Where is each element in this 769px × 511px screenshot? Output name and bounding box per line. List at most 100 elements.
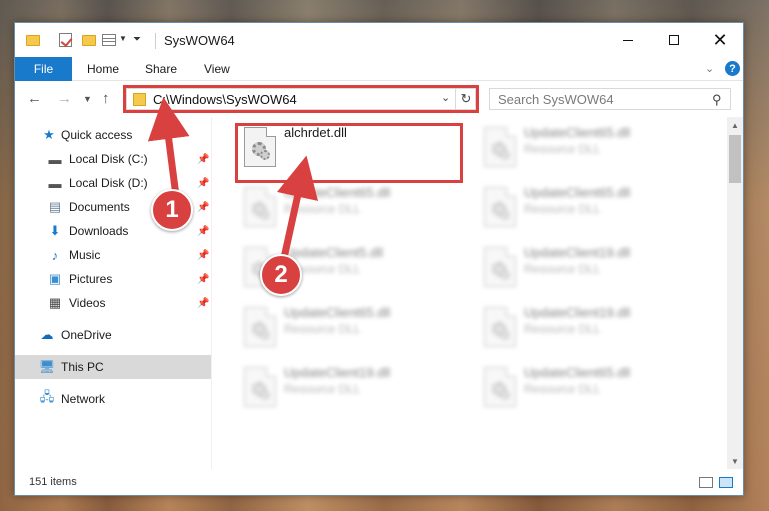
pin-icon[interactable]: 📌 (197, 250, 209, 261)
title-divider (155, 33, 156, 49)
file-type: Resource DLL (524, 382, 601, 396)
dll-file-icon (484, 367, 516, 407)
dll-file-icon (484, 187, 516, 227)
file-item[interactable]: UpdateClient65.dll Resource DLL (234, 301, 464, 353)
file-item[interactable]: UpdateClient19.dll Resource DLL (474, 301, 704, 353)
properties-check-icon[interactable] (57, 32, 73, 48)
sidebar-item-music[interactable]: ♪ Music 📌 (15, 243, 211, 267)
navigation-pane: ★ Quick access ▬ Local Disk (C:) 📌 ▬ Loc… (15, 117, 211, 469)
sidebar-item-label: Network (61, 392, 106, 406)
file-name: UpdateClient65.dll (284, 305, 391, 320)
file-item[interactable]: UpdateClient65.dll Resource DLL (234, 181, 464, 233)
ribbon-tabs: File Home Share View ⌄ ? (15, 57, 743, 81)
sidebar-item-label: Local Disk (D:) (69, 176, 148, 190)
quick-access-dropdown-icon[interactable]: ▼ (119, 34, 127, 43)
tab-home[interactable]: Home (87, 57, 119, 81)
help-icon[interactable]: ? (725, 61, 740, 76)
sidebar-item-onedrive[interactable]: ☁ OneDrive (15, 323, 211, 347)
tab-file[interactable]: File (15, 57, 72, 81)
minimize-icon (623, 39, 633, 41)
file-item[interactable]: UpdateClient65.dll Resource DLL (474, 181, 704, 233)
maximize-button[interactable] (651, 23, 697, 57)
scroll-up-icon[interactable]: ▲ (727, 117, 743, 133)
ribbon-expand-icon[interactable]: ⌄ (705, 62, 714, 75)
sidebar-item-label: Videos (69, 296, 106, 310)
file-type: Resource DLL (524, 202, 601, 216)
sidebar-item-this-pc[interactable]: 🖥 This PC (15, 355, 211, 379)
file-type: Resource DLL (524, 262, 601, 276)
details-view-icon[interactable] (699, 477, 713, 488)
sidebar-item-label: Quick access (61, 128, 133, 142)
tiles-view-icon[interactable] (719, 477, 733, 488)
maximize-icon (669, 35, 679, 45)
file-item[interactable]: UpdateClient65.dll Resource DLL (474, 361, 704, 413)
pin-icon[interactable]: 📌 (197, 298, 209, 309)
scroll-thumb[interactable] (729, 135, 741, 183)
sidebar-item-label: Documents (69, 200, 130, 214)
dll-file-icon (244, 307, 276, 347)
download-icon: ⬇ (49, 223, 61, 238)
search-icon[interactable]: ⚲ (712, 92, 722, 108)
documents-icon: ▤ (48, 199, 62, 214)
file-item[interactable]: UpdateClient65.dll Resource DLL (474, 121, 704, 173)
back-arrow-icon[interactable]: ← (27, 90, 42, 107)
close-button[interactable]: ✕ (697, 23, 743, 57)
file-name: UpdateClient65.dll (284, 185, 391, 200)
item-count: 151 items (29, 476, 77, 488)
pin-icon[interactable]: 📌 (197, 226, 209, 237)
minimize-button[interactable] (605, 23, 651, 57)
address-highlight-box (123, 85, 479, 113)
customize-toolbar-icon[interactable]: ⏷ (133, 34, 141, 45)
sidebar-item-label: Local Disk (C:) (69, 152, 148, 166)
dll-file-icon (244, 187, 276, 227)
tab-view[interactable]: View (204, 57, 230, 81)
tab-share[interactable]: Share (145, 57, 177, 81)
pin-icon[interactable]: 📌 (197, 274, 209, 285)
file-name: UpdateClient19.dll (524, 305, 631, 320)
file-explorer-window: ▼ ⏷ SysWOW64 ✕ File Home Share View ⌄ ? … (14, 22, 744, 496)
window-title: SysWOW64 (164, 33, 235, 48)
close-icon: ✕ (712, 30, 728, 50)
network-icon: 🖧 (39, 389, 55, 404)
sidebar-item-label: Pictures (69, 272, 113, 286)
file-item[interactable]: UpdateClient19.dll Resource DLL (234, 361, 464, 413)
sidebar-item-local-disk-c[interactable]: ▬ Local Disk (C:) 📌 (15, 147, 211, 171)
videos-icon: ▦ (48, 295, 62, 310)
new-folder-icon[interactable] (81, 32, 97, 48)
sidebar-item-label: Music (69, 248, 101, 262)
file-type: Resource DLL (524, 322, 601, 336)
file-type: Resource DLL (284, 322, 361, 336)
drive-icon: ▬ (48, 175, 62, 191)
pin-icon[interactable]: 📌 (197, 178, 209, 189)
folder-icon[interactable] (25, 32, 41, 48)
file-name: UpdateClient19.dll (284, 365, 391, 380)
sidebar-item-network[interactable]: 🖧 Network (15, 387, 211, 411)
title-bar: ▼ ⏷ SysWOW64 ✕ (15, 23, 743, 57)
sidebar-item-videos[interactable]: ▦ Videos 📌 (15, 291, 211, 315)
music-icon: ♪ (51, 247, 59, 263)
file-type: Resource DLL (284, 202, 361, 216)
file-type: Resource DLL (284, 382, 361, 396)
dll-file-icon (484, 307, 516, 347)
file-item[interactable]: UpdateClient19.dll Resource DLL (474, 241, 704, 293)
search-input[interactable]: Search SysWOW64 ⚲ (489, 88, 731, 110)
recent-locations-icon[interactable]: ▼ (83, 94, 92, 104)
dll-file-icon (484, 247, 516, 287)
file-name: UpdateClient5.dll (284, 245, 384, 260)
pictures-icon: ▣ (48, 271, 62, 286)
properties-icon[interactable] (101, 32, 117, 48)
drive-icon: ▬ (48, 151, 62, 167)
pin-icon[interactable]: 📌 (197, 202, 209, 213)
up-arrow-icon[interactable]: ↑ (102, 90, 110, 107)
step-badge-1: 1 (151, 189, 193, 231)
forward-arrow-icon[interactable]: → (57, 90, 72, 107)
sidebar-item-quick-access[interactable]: ★ Quick access (15, 123, 211, 147)
scroll-down-icon[interactable]: ▼ (727, 453, 743, 469)
computer-icon: 🖥 (38, 359, 56, 374)
search-placeholder: Search SysWOW64 (498, 92, 614, 107)
file-type: Resource DLL (524, 142, 601, 156)
sidebar-item-pictures[interactable]: ▣ Pictures 📌 (15, 267, 211, 291)
vertical-scrollbar[interactable]: ▲ ▼ (727, 117, 743, 469)
star-icon: ★ (43, 127, 55, 142)
pin-icon[interactable]: 📌 (197, 154, 209, 165)
